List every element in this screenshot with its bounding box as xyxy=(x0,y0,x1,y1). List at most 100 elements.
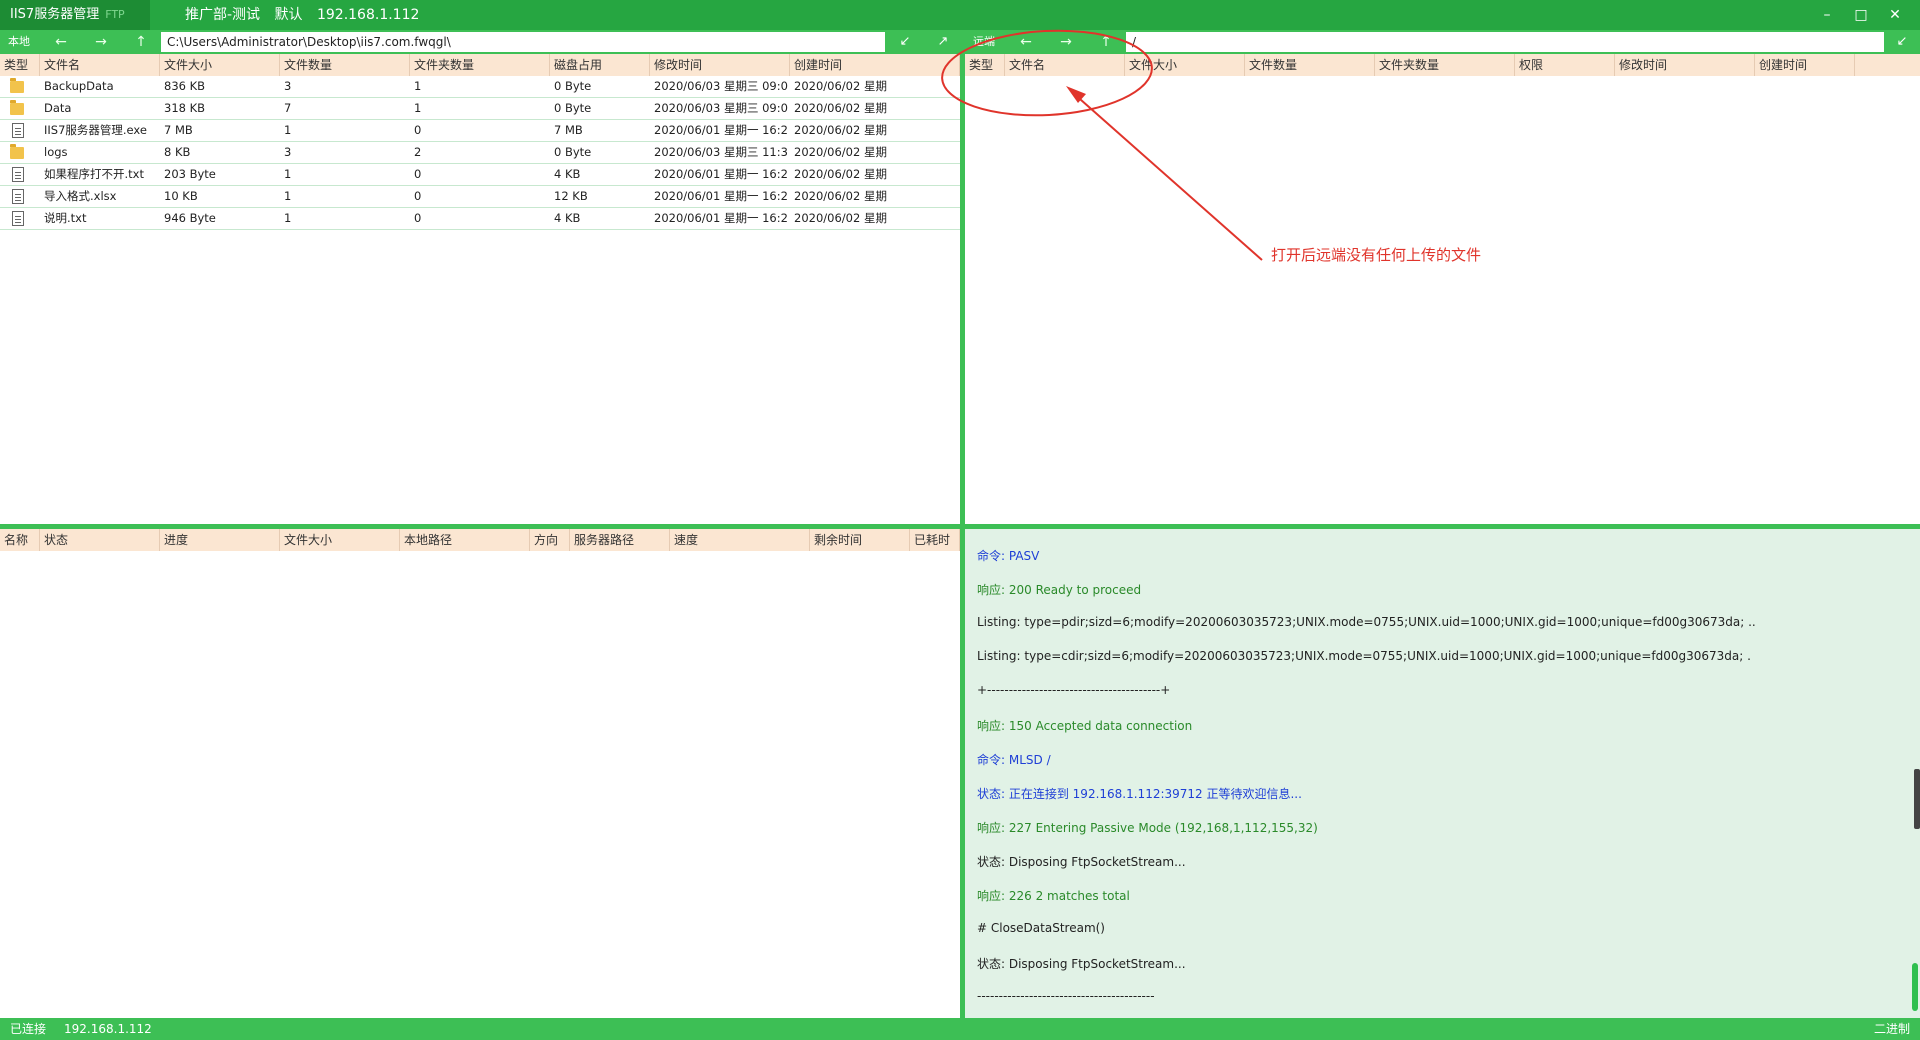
up-arrow-icon[interactable]: ↑ xyxy=(122,30,160,54)
connection-dept: 推广部-测试 xyxy=(185,7,261,23)
col-folder-count[interactable]: 文件夹数量 xyxy=(410,54,550,76)
row-folders: 1 xyxy=(414,79,422,93)
app-name-label: IIS7服务器管理 xyxy=(10,7,100,22)
remote-label: 远端 xyxy=(973,35,995,48)
row-size: 203 Byte xyxy=(164,167,216,181)
tcol-server-path[interactable]: 服务器路径 xyxy=(570,529,670,551)
row-name: BackupData xyxy=(44,79,114,93)
remote-download-arrow-icon[interactable]: ↙ xyxy=(1887,30,1917,54)
connection-group: 默认 xyxy=(274,7,303,23)
row-files: 1 xyxy=(284,123,292,137)
col-file-count[interactable]: 文件数量 xyxy=(280,54,410,76)
remote-col-modified[interactable]: 修改时间 xyxy=(1615,54,1755,76)
col-created[interactable]: 创建时间 xyxy=(790,54,960,76)
remote-col-file-count[interactable]: 文件数量 xyxy=(1245,54,1375,76)
row-type xyxy=(0,120,40,141)
col-disk[interactable]: 磁盘占用 xyxy=(550,54,650,76)
row-disk: 4 KB xyxy=(554,211,581,225)
log-scrollbar-thumb[interactable] xyxy=(1912,963,1918,1011)
row-name: 说明.txt xyxy=(44,211,87,225)
table-row[interactable]: 说明.txt 946 Byte 1 0 4 KB 2020/06/01 星期一 16:2 2… xyxy=(0,208,960,230)
log-line: 响应: 150 Accepted data connection xyxy=(977,719,1193,733)
row-type xyxy=(0,76,40,97)
tcol-direction[interactable]: 方向 xyxy=(530,529,570,551)
row-modified: 2020/06/01 星期一 16:2 xyxy=(654,123,788,137)
row-modified: 2020/06/03 星期三 11:3 xyxy=(654,145,788,159)
log-line: 命令: MLSD / xyxy=(977,753,1051,767)
tcol-local-path[interactable]: 本地路径 xyxy=(400,529,530,551)
status-bar: 已连接 192.168.1.112 二进制 xyxy=(0,1018,1920,1040)
row-created: 2020/06/02 星期 xyxy=(794,167,887,181)
row-created: 2020/06/02 星期 xyxy=(794,79,887,93)
row-created: 2020/06/02 星期 xyxy=(794,145,887,159)
forward-arrow-icon[interactable]: → xyxy=(82,30,120,54)
remote-up-arrow-icon[interactable]: ↑ xyxy=(1087,30,1125,54)
row-type xyxy=(0,164,40,185)
col-size[interactable]: 文件大小 xyxy=(160,54,280,76)
tcol-status[interactable]: 状态 xyxy=(40,529,160,551)
row-name: logs xyxy=(44,145,68,159)
row-size: 946 Byte xyxy=(164,211,216,225)
remote-forward-arrow-icon[interactable]: → xyxy=(1047,30,1085,54)
close-button[interactable]: ✕ xyxy=(1878,0,1912,30)
col-name[interactable]: 文件名 xyxy=(40,54,160,76)
connection-status: 已连接 xyxy=(10,1022,47,1036)
annotation-arrow-line xyxy=(1071,91,1263,261)
folder-icon xyxy=(10,100,24,115)
file-icon xyxy=(12,123,24,138)
back-arrow-icon[interactable]: ← xyxy=(42,30,80,54)
remote-col-size[interactable]: 文件大小 xyxy=(1125,54,1245,76)
local-path-input[interactable]: C:\Users\Administrator\Desktop\iis7.com.… xyxy=(161,32,885,52)
app-tag: FTP xyxy=(105,8,125,21)
log-panel[interactable]: 命令: PASV 响应: 200 Ready to proceed Listing:… xyxy=(965,529,1920,1018)
row-created: 2020/06/02 星期 xyxy=(794,101,887,115)
log-line: # CloseDataStream() xyxy=(977,921,1105,935)
minimize-button[interactable]: – xyxy=(1810,0,1844,30)
annotation-note: 打开后远端没有任何上传的文件 xyxy=(1271,246,1482,264)
download-arrow-icon[interactable]: ↙ xyxy=(890,30,920,54)
log-line: +---------------------------------------… xyxy=(977,683,1171,697)
row-disk: 12 KB xyxy=(554,189,588,203)
tcol-speed[interactable]: 速度 xyxy=(670,529,810,551)
tcol-remaining[interactable]: 剩余时间 xyxy=(810,529,910,551)
table-row[interactable]: logs 8 KB 3 2 0 Byte 2020/06/03 星期三 11:3 2020/… xyxy=(0,142,960,164)
log-line: Listing: type=pdir;sizd=6;modify=2020060… xyxy=(977,615,1756,629)
col-modified[interactable]: 修改时间 xyxy=(650,54,790,76)
upload-arrow-icon[interactable]: ↗ xyxy=(928,30,958,54)
remote-path-input[interactable]: / xyxy=(1126,32,1884,52)
row-type xyxy=(0,142,40,163)
row-disk: 0 Byte xyxy=(554,79,592,93)
log-line: 命令: PASV xyxy=(977,549,1040,563)
table-row[interactable]: IIS7服务器管理.exe 7 MB 1 0 7 MB 2020/06/01 星期一 16… xyxy=(0,120,960,142)
row-folders: 0 xyxy=(414,211,422,225)
remote-col-name[interactable]: 文件名 xyxy=(1005,54,1125,76)
table-row[interactable]: BackupData 836 KB 3 1 0 Byte 2020/06/03 星期三 0… xyxy=(0,76,960,98)
col-type[interactable]: 类型 xyxy=(0,54,40,76)
table-row[interactable]: Data 318 KB 7 1 0 Byte 2020/06/03 星期三 09:0 202… xyxy=(0,98,960,120)
row-files: 1 xyxy=(284,189,292,203)
remote-col-folder-count[interactable]: 文件夹数量 xyxy=(1375,54,1515,76)
remote-file-table: 类型 文件名 文件大小 文件数量 文件夹数量 权限 修改时间 创建时间 xyxy=(965,54,1920,76)
tcol-progress[interactable]: 进度 xyxy=(160,529,280,551)
status-ip: 192.168.1.112 xyxy=(64,1022,152,1036)
row-files: 7 xyxy=(284,101,292,115)
table-row[interactable]: 如果程序打不开.txt 203 Byte 1 0 4 KB 2020/06/01 星期一 … xyxy=(0,164,960,186)
table-row[interactable]: 导入格式.xlsx 10 KB 1 0 12 KB 2020/06/01 星期一 16:2… xyxy=(0,186,960,208)
remote-col-permission[interactable]: 权限 xyxy=(1515,54,1615,76)
maximize-button[interactable]: □ xyxy=(1844,0,1878,30)
connection-tab[interactable]: 推广部-测试 默认 192.168.1.112 xyxy=(185,0,429,30)
row-disk: 4 KB xyxy=(554,167,581,181)
row-created: 2020/06/02 星期 xyxy=(794,211,887,225)
tcol-size[interactable]: 文件大小 xyxy=(280,529,400,551)
remote-col-created[interactable]: 创建时间 xyxy=(1755,54,1855,76)
row-disk: 0 Byte xyxy=(554,101,592,115)
transfer-mode[interactable]: 二进制 xyxy=(1874,1018,1910,1040)
row-name: Data xyxy=(44,101,72,115)
row-size: 318 KB xyxy=(164,101,206,115)
tcol-name[interactable]: 名称 xyxy=(0,529,40,551)
remote-back-arrow-icon[interactable]: ← xyxy=(1007,30,1045,54)
tcol-elapsed[interactable]: 已耗时 xyxy=(910,529,960,551)
file-icon xyxy=(12,189,24,204)
row-disk: 7 MB xyxy=(554,123,583,137)
remote-col-type[interactable]: 类型 xyxy=(965,54,1005,76)
